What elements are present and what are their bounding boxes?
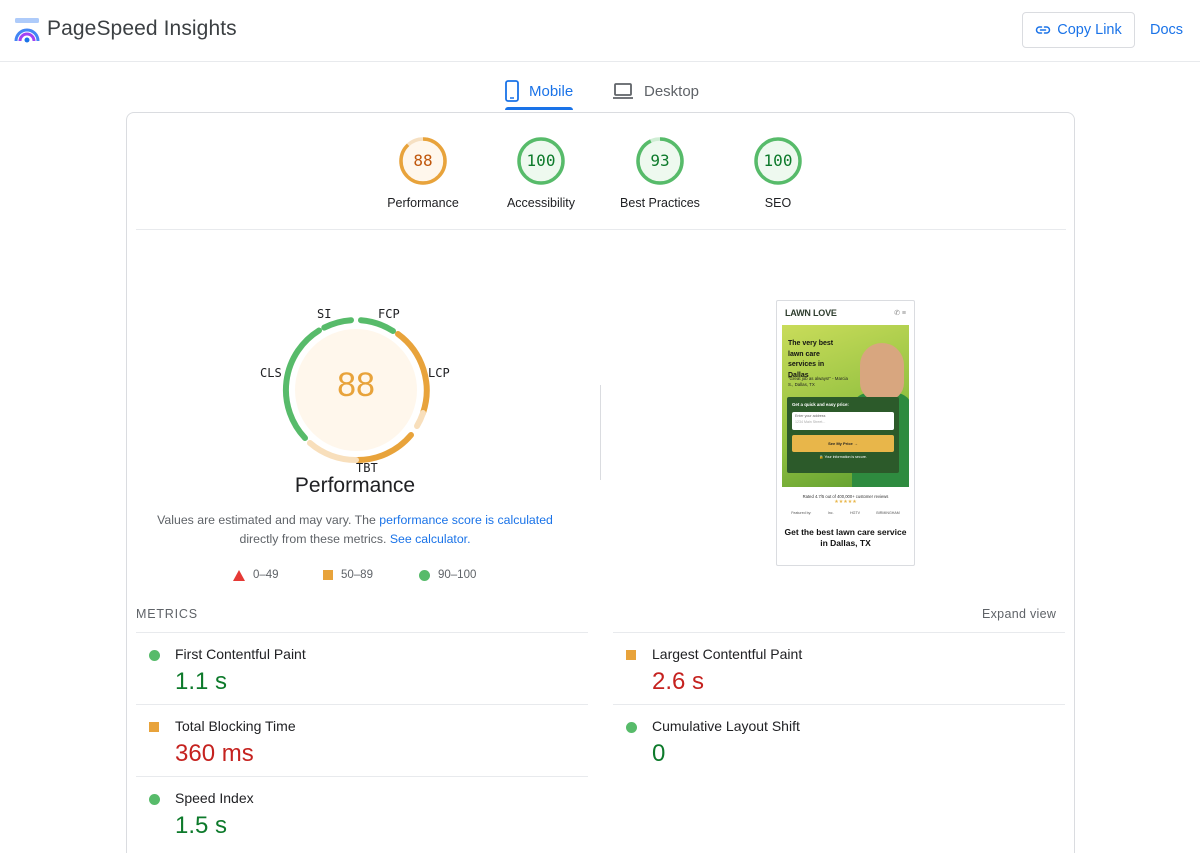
featured-logo: Inc. bbox=[827, 511, 834, 515]
gauge-label-si: SI bbox=[317, 307, 332, 321]
screenshot-footer: Get the best lawn care service in Dallas… bbox=[784, 527, 907, 548]
copy-link-button[interactable]: Copy Link bbox=[1022, 12, 1135, 48]
metrics-title: METRICS bbox=[136, 607, 198, 621]
tab-mobile[interactable]: Mobile bbox=[505, 72, 574, 110]
score-gauge: 100 bbox=[753, 136, 803, 186]
legend-range: 90–100 bbox=[438, 569, 477, 581]
pass-circle-icon bbox=[626, 722, 637, 733]
category-label: Performance bbox=[387, 196, 459, 210]
performance-score: 88 bbox=[337, 366, 375, 404]
metric-si[interactable]: Speed Index 1.5 s bbox=[136, 776, 588, 848]
legend-range: 0–49 bbox=[253, 569, 279, 581]
category-performance[interactable]: 88 Performance bbox=[363, 136, 483, 210]
circle-icon bbox=[419, 569, 430, 581]
screenshot-hero: The very best lawn care services in Dall… bbox=[782, 325, 909, 487]
tab-desktop[interactable]: Desktop bbox=[612, 72, 699, 110]
legend-average: 50–89 bbox=[323, 569, 373, 581]
expand-view-button[interactable]: Expand view bbox=[982, 607, 1056, 621]
legend-fail: 0–49 bbox=[233, 569, 279, 581]
metric-lcp[interactable]: Largest Contentful Paint 2.6 s bbox=[613, 632, 1065, 704]
screenshot-brand: LAWN LOVE bbox=[785, 308, 837, 318]
vertical-divider bbox=[600, 385, 601, 480]
metric-name: Largest Contentful Paint bbox=[652, 646, 803, 662]
see-calculator-link[interactable]: See calculator. bbox=[390, 532, 471, 546]
metric-name: First Contentful Paint bbox=[175, 646, 306, 662]
top-bar: PageSpeed Insights Copy Link Docs bbox=[0, 0, 1200, 62]
screenshot-headline: The very best lawn care services in Dall… bbox=[788, 340, 834, 379]
metric-name: Total Blocking Time bbox=[175, 718, 296, 734]
category-label: Accessibility bbox=[506, 196, 576, 210]
star-rating: ★★★★★ bbox=[834, 499, 857, 505]
score-gauge: 88 bbox=[398, 136, 448, 186]
featured-logo: HGTV bbox=[850, 511, 860, 515]
metric-fcp[interactable]: First Contentful Paint 1.1 s bbox=[136, 632, 588, 704]
tab-desktop-label: Desktop bbox=[644, 82, 700, 100]
category-label: SEO bbox=[764, 196, 792, 210]
screenshot-form: Get a quick and easy price: Enter your a… bbox=[787, 397, 899, 473]
performance-heading: Performance bbox=[294, 474, 416, 497]
legend-pass: 90–100 bbox=[419, 569, 476, 581]
secure-note: 🔒 Your information is secure. bbox=[819, 455, 867, 459]
metric-name: Speed Index bbox=[175, 790, 254, 806]
form-title: Get a quick and easy price: bbox=[792, 402, 849, 407]
laptop-icon bbox=[613, 83, 633, 99]
performance-note: Values are estimated and may vary. The p… bbox=[145, 511, 565, 549]
metric-value: 0 bbox=[652, 740, 666, 767]
legend-range: 50–89 bbox=[341, 569, 373, 581]
category-score: 100 bbox=[763, 151, 793, 170]
person-face bbox=[860, 343, 904, 401]
see-price-button: See My Price → bbox=[792, 435, 894, 452]
gauge-label-fcp: FCP bbox=[378, 307, 400, 321]
category-best-practices[interactable]: 93 Best Practices bbox=[600, 136, 720, 210]
phone-icon bbox=[505, 80, 519, 102]
metric-value: 360 ms bbox=[175, 740, 254, 767]
phone-menu-icons: ✆ ≡ bbox=[894, 310, 906, 317]
score-gauge: 93 bbox=[635, 136, 685, 186]
address-placeholder: 1234 Main Street... bbox=[795, 419, 826, 424]
screenshot-quote: "Great job as always!" - Marcia S., Dall… bbox=[788, 376, 848, 387]
gauge-label-lcp: LCP bbox=[428, 366, 450, 380]
note-text: Values are estimated and may vary. The bbox=[157, 513, 380, 527]
triangle-icon bbox=[233, 569, 245, 581]
featured-logos: Featured by: Inc. HGTV BIRMINGHAM bbox=[777, 511, 914, 515]
section-divider bbox=[136, 229, 1066, 230]
category-label: Best Practices bbox=[620, 196, 700, 210]
tab-mobile-label: Mobile bbox=[529, 82, 574, 100]
gauge-label-tbt: TBT bbox=[356, 461, 378, 475]
square-icon bbox=[323, 570, 333, 580]
category-score: 93 bbox=[650, 151, 670, 170]
metric-value: 2.6 s bbox=[652, 668, 705, 695]
featured-logo: Featured by: bbox=[791, 511, 812, 515]
category-accessibility[interactable]: 100 Accessibility bbox=[481, 136, 601, 210]
category-seo[interactable]: 100 SEO bbox=[718, 136, 838, 210]
address-field: Enter your address 1234 Main Street... bbox=[792, 412, 894, 430]
pass-circle-icon bbox=[149, 794, 160, 805]
average-square-icon bbox=[149, 722, 159, 732]
score-calculated-link[interactable]: performance score is calculated bbox=[379, 513, 553, 527]
pass-circle-icon bbox=[149, 650, 160, 661]
metric-value: 1.5 s bbox=[175, 812, 228, 839]
score-gauge: 100 bbox=[516, 136, 566, 186]
copy-link-label: Copy Link bbox=[1057, 22, 1122, 38]
app-title[interactable]: PageSpeed Insights bbox=[47, 17, 237, 41]
category-score: 100 bbox=[526, 151, 556, 170]
link-icon bbox=[1036, 26, 1051, 34]
featured-logo: BIRMINGHAM bbox=[876, 511, 900, 515]
metric-tbt[interactable]: Total Blocking Time 360 ms bbox=[136, 704, 588, 776]
docs-link[interactable]: Docs bbox=[1150, 22, 1183, 38]
note-text: directly from these metrics. bbox=[239, 532, 390, 546]
metric-cls[interactable]: Cumulative Layout Shift 0 bbox=[613, 704, 1065, 776]
metric-name: Cumulative Layout Shift bbox=[652, 718, 800, 734]
gauge-label-cls: CLS bbox=[260, 366, 282, 380]
metric-value: 1.1 s bbox=[175, 668, 228, 695]
average-square-icon bbox=[626, 650, 636, 660]
final-screenshot[interactable]: LAWN LOVE ✆ ≡ The very best lawn care se… bbox=[776, 300, 915, 566]
screenshot-header: LAWN LOVE ✆ ≡ bbox=[777, 301, 914, 325]
category-score: 88 bbox=[413, 151, 433, 170]
pagespeed-logo-icon bbox=[14, 18, 40, 43]
